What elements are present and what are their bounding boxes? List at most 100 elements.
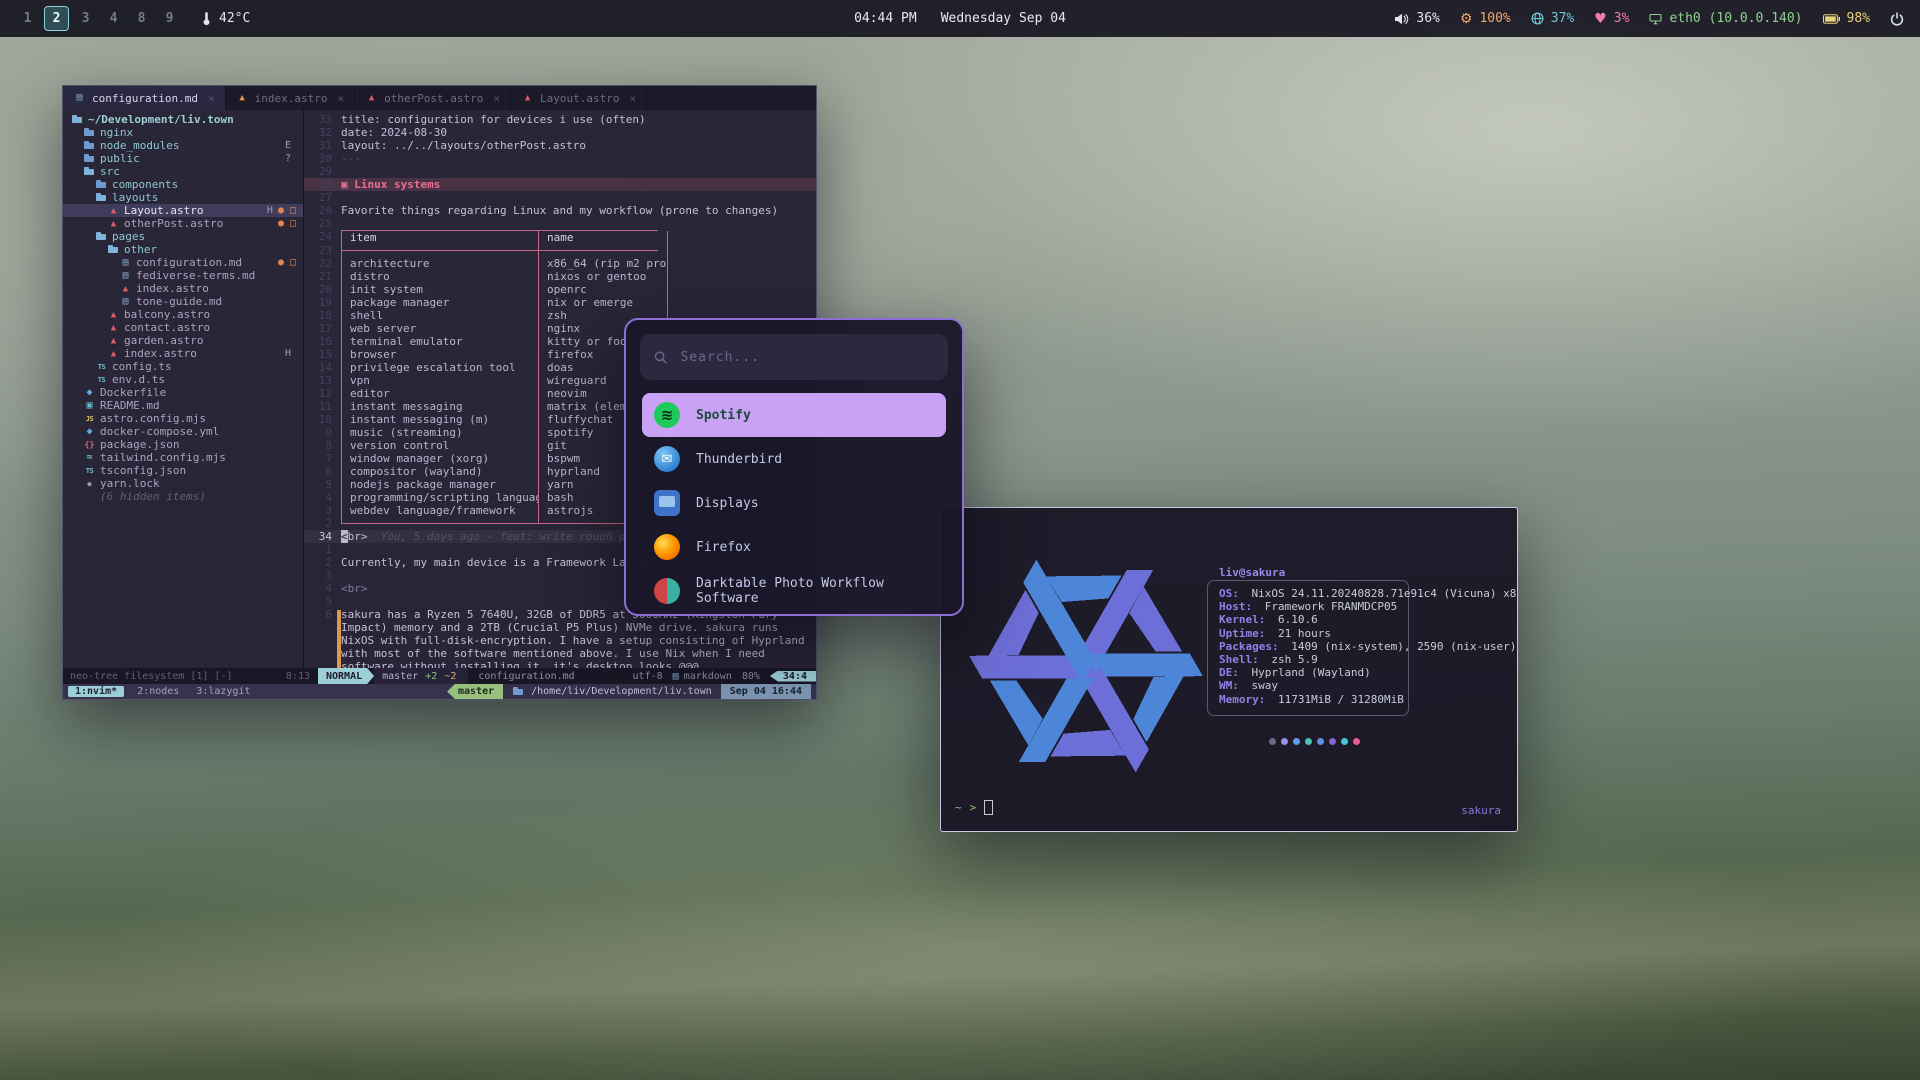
file-tree-item[interactable]: configuration.md ● □ <box>63 256 303 269</box>
launcher-app-item[interactable]: Spotify <box>642 393 946 437</box>
astro-file-icon <box>107 205 120 217</box>
load-module[interactable]: ♥ 3% <box>1594 11 1629 26</box>
workspace-button[interactable]: 2 <box>44 6 69 31</box>
workspace-button[interactable]: 9 <box>158 7 181 30</box>
fetch-field-value: NixOS 24.11.20240828.71e91c4 (Vicuna) x8… <box>1252 587 1519 600</box>
terminal-window[interactable]: liv@sakura OS: NixOS 24.11.20240828.71e9… <box>940 507 1518 832</box>
fetch-field-value: sway <box>1252 679 1279 692</box>
folder-open-icon <box>83 166 96 178</box>
file-tree-item[interactable]: node_modules E <box>63 139 303 152</box>
file-tree-item[interactable]: Dockerfile <box>63 386 303 399</box>
power-module[interactable] <box>1890 12 1904 26</box>
launcher-app-item[interactable]: Firefox <box>642 525 946 569</box>
file-tree-item[interactable]: config.ts <box>63 360 303 373</box>
file-tree-item[interactable]: ~/Development/liv.town <box>63 113 303 126</box>
volume-module[interactable]: 36% <box>1394 11 1439 26</box>
app-label: Darktable Photo Workflow Software <box>696 576 934 606</box>
editor-tab[interactable]: index.astro × <box>226 86 355 110</box>
file-tree-item[interactable]: env.d.ts <box>63 373 303 386</box>
workspace-button[interactable]: 1 <box>16 7 39 30</box>
battery-module[interactable]: 98% <box>1823 11 1870 26</box>
file-tree-item[interactable]: garden.astro <box>63 334 303 347</box>
file-tree-item[interactable]: astro.config.mjs <box>63 412 303 425</box>
file-tree-item[interactable]: yarn.lock <box>63 477 303 490</box>
file-tree-item[interactable]: tailwind.config.mjs <box>63 451 303 464</box>
file-tree-item[interactable]: components <box>63 178 303 191</box>
launcher-app-item[interactable]: Darktable Photo Workflow Software <box>642 569 946 613</box>
file-tree-item[interactable]: index.astro <box>63 282 303 295</box>
buffer-line: 28 Linux systems <box>304 178 816 191</box>
line-number: 7 <box>304 452 341 465</box>
file-tree-item[interactable]: Layout.astro H ● □ <box>63 204 303 217</box>
updates-module[interactable]: ⚙ 100% <box>1460 11 1511 26</box>
file-tree-item[interactable]: README.md <box>63 399 303 412</box>
file-encoding: utf-8 <box>633 671 663 682</box>
search-input[interactable] <box>678 349 934 366</box>
file-tree-item[interactable]: fediverse-terms.md <box>63 269 303 282</box>
disk-module[interactable]: 37% <box>1531 11 1574 26</box>
file-tree-item[interactable]: package.json <box>63 438 303 451</box>
bar-modules: 36% ⚙ 100% 37% ♥ 3% <box>1394 11 1904 26</box>
close-icon[interactable]: × <box>493 92 500 105</box>
tmux-window-tab[interactable]: 3:lazygit <box>192 686 254 697</box>
table-header-item: item <box>341 231 538 244</box>
file-tree-item[interactable]: other <box>63 243 303 256</box>
buffer-line: 27 <box>304 191 816 204</box>
tmux-window-tab[interactable]: 2:nodes <box>133 686 183 697</box>
temperature-module[interactable]: 42°C <box>201 11 250 26</box>
cursor-position: 34:4 <box>770 671 816 682</box>
file-tree-item[interactable]: pages <box>63 230 303 243</box>
close-icon[interactable]: × <box>208 92 215 105</box>
git-status-letter: H <box>285 348 291 359</box>
line-number: 4 <box>304 582 341 595</box>
launcher-search-box[interactable] <box>640 334 948 380</box>
close-icon[interactable]: × <box>337 92 344 105</box>
editor-tab[interactable]: configuration.md × <box>63 86 226 110</box>
git-blame-text: You, 5 days ago - feat: write rough post… <box>368 530 666 543</box>
file-tree-item[interactable]: tone-guide.md <box>63 295 303 308</box>
network-module[interactable]: eth0 (10.0.0.140) <box>1649 11 1802 26</box>
tab-label: otherPost.astro <box>384 92 483 105</box>
line-number: 8 <box>304 439 341 452</box>
app-label: Spotify <box>696 408 751 423</box>
file-tree-item[interactable]: tsconfig.json <box>63 464 303 477</box>
file-tree-item[interactable]: (6 hidden items) <box>63 490 303 503</box>
launcher-app-item[interactable]: Displays <box>642 481 946 525</box>
fetch-field: DE: Hyprland (Wayland) <box>1219 666 1518 679</box>
astro-file-icon <box>365 92 378 104</box>
tmux-window-tab[interactable]: 1:nvim* <box>68 686 124 697</box>
editor-tab[interactable]: Layout.astro × <box>511 86 647 110</box>
editor-tab[interactable]: otherPost.astro × <box>355 86 511 110</box>
file-tree-item[interactable]: balcony.astro <box>63 308 303 321</box>
file-tree-item[interactable]: layouts <box>63 191 303 204</box>
file-tree-item[interactable]: otherPost.astro ● □ <box>63 217 303 230</box>
file-name: public <box>100 152 140 165</box>
text-cursor: < <box>341 530 348 543</box>
workspace-button[interactable]: 3 <box>74 7 97 30</box>
file-tree-item[interactable]: index.astro H <box>63 347 303 360</box>
app-launcher[interactable]: Spotify Thunderbird Displays Firefox <box>624 318 964 616</box>
file-name: README.md <box>100 399 160 412</box>
clock-date: Wednesday Sep 04 <box>941 11 1066 26</box>
workspace-button[interactable]: 4 <box>102 7 125 30</box>
statusline: neo-tree filesystem [1] [-] 8:13 NORMAL … <box>63 668 816 684</box>
palette-dot <box>1269 738 1276 745</box>
table-cell-name: nix or emerge <box>538 296 668 309</box>
file-tree-item[interactable]: src <box>63 165 303 178</box>
close-icon[interactable]: × <box>630 92 637 105</box>
file-tree-item[interactable]: contact.astro <box>63 321 303 334</box>
line-number: 1 <box>304 543 341 556</box>
scroll-percent: 80% <box>742 671 760 682</box>
git-added-count: +2 <box>425 671 437 682</box>
workspace-button[interactable]: 8 <box>130 7 153 30</box>
workspaces: 1 2 3 4 8 9 <box>16 6 181 31</box>
file-tree-item[interactable]: docker-compose.yml <box>63 425 303 438</box>
file-tree-item[interactable]: public ? <box>63 152 303 165</box>
file-tree-item[interactable]: nginx <box>63 126 303 139</box>
clock[interactable]: 04:44 PM Wednesday Sep 04 <box>854 11 1066 26</box>
shell-prompt[interactable]: ~ > <box>955 800 993 815</box>
palette-dot <box>1305 738 1312 745</box>
line-number: 12 <box>304 387 341 400</box>
launcher-app-item[interactable]: Thunderbird <box>642 437 946 481</box>
spotify-icon <box>654 402 680 428</box>
